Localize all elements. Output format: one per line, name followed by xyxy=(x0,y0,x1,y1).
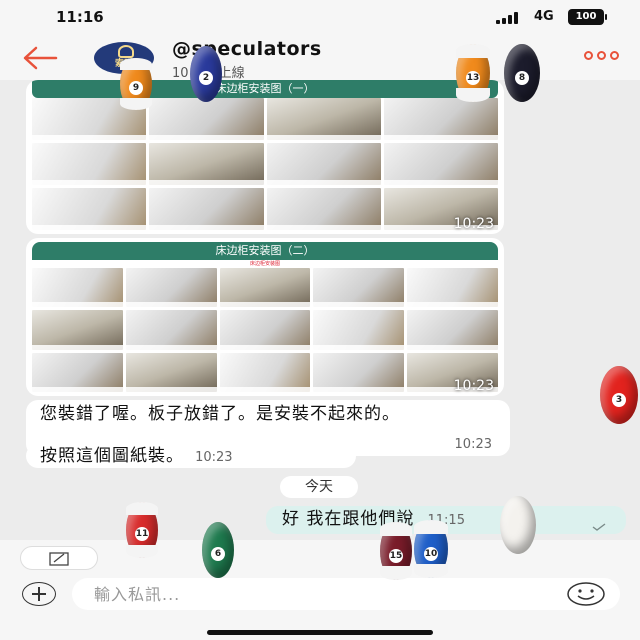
instruction-photo xyxy=(266,188,382,230)
signal-icon xyxy=(496,12,522,24)
instruction-photo xyxy=(32,352,123,393)
instruction-photo xyxy=(313,310,405,350)
ball-number: 13 xyxy=(466,70,480,85)
instruction-photo xyxy=(383,98,499,140)
status-time: 11:16 xyxy=(56,8,104,26)
status-bar: 11:16 4G 100 xyxy=(0,0,640,36)
message-time: 10:23 xyxy=(453,216,494,232)
more-options-icon[interactable] xyxy=(582,51,622,63)
instruction-photo xyxy=(219,268,311,308)
instruction-photo xyxy=(313,352,405,393)
instruction-photo xyxy=(383,143,499,185)
instruction-photo xyxy=(32,268,123,308)
image-banner: 床边柜安装图（二） xyxy=(32,242,498,260)
billiard-ball: 9 xyxy=(120,58,152,110)
image-banner: 床边柜安装图（一） xyxy=(32,80,498,98)
ball-number: 8 xyxy=(515,70,529,85)
message-input[interactable] xyxy=(72,578,620,610)
instruction-photo-grid xyxy=(32,268,498,393)
message-time: 10:23 xyxy=(453,378,494,394)
back-arrow-icon[interactable] xyxy=(20,44,60,72)
billiard-ball: 10 xyxy=(414,520,448,578)
billiard-ball: 3 xyxy=(600,366,638,424)
instruction-photo xyxy=(149,98,264,140)
battery-icon: 100 xyxy=(568,9,607,25)
instruction-photo xyxy=(125,310,217,350)
billiard-ball: 15 xyxy=(380,522,412,580)
plus-icon[interactable] xyxy=(22,582,56,606)
billiard-ball: 8 xyxy=(504,44,540,102)
ball-number: 10 xyxy=(424,546,438,561)
image-message[interactable]: 床边柜安装图（一） 10:23 xyxy=(26,80,504,234)
network-label: 4G xyxy=(534,9,554,24)
ball-number: 2 xyxy=(199,71,213,86)
composer xyxy=(0,574,640,640)
chat-thread[interactable]: 床边柜安装图（一） 10:23 床边柜安装图（二） 床边柜安装图 10:23 您… xyxy=(0,80,640,540)
instruction-photo xyxy=(407,310,498,350)
instruction-photo xyxy=(149,188,264,230)
instruction-photo xyxy=(125,352,217,393)
image-subtitle: 床边柜安装图 xyxy=(249,261,280,267)
edit-icon xyxy=(49,552,69,566)
ball-number: 15 xyxy=(389,548,403,563)
instruction-photo xyxy=(125,268,217,308)
instruction-photo xyxy=(407,268,498,308)
instruction-photo xyxy=(266,98,382,140)
message-text: 按照這個圖紙裝。 xyxy=(40,446,184,466)
composer-toolbar xyxy=(0,540,640,574)
instruction-photo xyxy=(266,143,382,185)
instruction-photo xyxy=(219,310,311,350)
chat-header: 索睡 @speculators 10 鐘前上線 xyxy=(0,36,640,81)
instruction-photo xyxy=(32,143,147,185)
billiard-ball: 2 xyxy=(190,46,222,102)
billiard-ball xyxy=(500,496,536,554)
billiard-ball: 13 xyxy=(456,44,490,102)
home-indicator xyxy=(207,630,433,635)
sticker-button[interactable] xyxy=(20,546,98,570)
received-message[interactable]: 按照這個圖紙裝。 10:23 xyxy=(26,444,356,468)
message-text: 您裝錯了喔。板子放錯了。是安裝不起來的。 xyxy=(40,404,400,424)
billiard-ball: 11 xyxy=(126,502,158,558)
emoji-icon[interactable] xyxy=(566,582,606,606)
checkmark-icon xyxy=(592,516,606,531)
date-divider: 今天 xyxy=(280,476,358,498)
billiard-ball: 6 xyxy=(202,522,234,578)
image-message[interactable]: 床边柜安装图（二） 床边柜安装图 10:23 xyxy=(26,238,504,396)
instruction-photo xyxy=(313,268,405,308)
instruction-photo xyxy=(32,188,147,230)
instruction-photo xyxy=(32,310,123,350)
ball-number: 11 xyxy=(135,527,149,542)
instruction-photo xyxy=(219,352,311,393)
message-time: 10:23 xyxy=(195,450,233,465)
ball-number: 9 xyxy=(129,81,143,96)
ball-number: 6 xyxy=(211,547,225,562)
instruction-photo-grid xyxy=(32,98,499,230)
ball-number: 3 xyxy=(612,392,626,407)
message-time: 10:23 xyxy=(454,437,492,452)
instruction-photo xyxy=(149,143,264,185)
